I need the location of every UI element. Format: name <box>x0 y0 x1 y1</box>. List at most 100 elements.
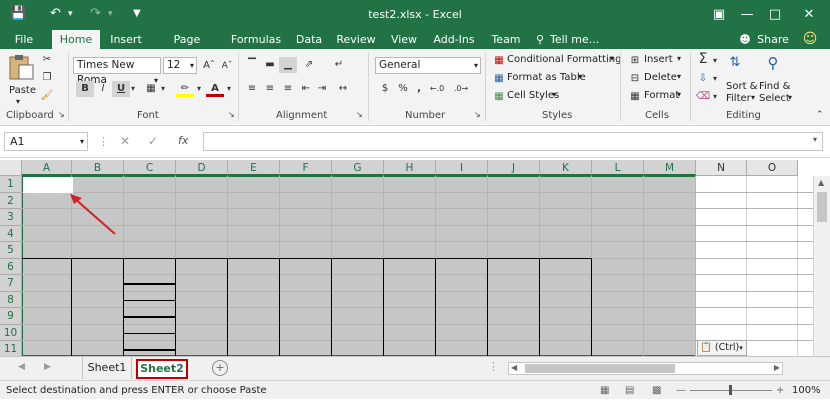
scroll-right-icon[interactable]: ▶ <box>774 363 780 372</box>
tab-data[interactable]: Data <box>292 30 326 49</box>
column-header-c[interactable]: C <box>124 160 176 176</box>
tab-formulas[interactable]: Formulas <box>228 30 284 49</box>
insert-function-button[interactable]: fx <box>178 134 188 147</box>
column-header-l[interactable]: L <box>592 160 644 176</box>
column-header-e[interactable]: E <box>228 160 280 176</box>
share-button[interactable]: Share <box>756 30 790 49</box>
clear-dropdown-icon[interactable]: ▾ <box>710 89 720 105</box>
zoom-in-icon[interactable]: + <box>776 381 784 400</box>
next-sheet-icon[interactable]: ▶ <box>44 362 51 372</box>
column-header-a[interactable]: A <box>22 160 72 176</box>
scroll-left-icon[interactable]: ◀ <box>511 363 517 372</box>
conditional-formatting-button[interactable]: Conditional Formatting <box>507 54 621 65</box>
bold-button[interactable]: B <box>76 81 94 97</box>
increase-decimal-icon[interactable]: ←.0 <box>428 81 446 97</box>
number-format-dropdown[interactable]: General ▾ <box>375 57 481 74</box>
row-header-1[interactable]: 1 <box>0 176 22 193</box>
tab-view[interactable]: View <box>386 30 422 49</box>
page-break-view-icon[interactable]: ▩ <box>652 381 661 400</box>
prev-sheet-icon[interactable]: ◀ <box>18 362 25 372</box>
font-color-icon[interactable]: A <box>206 81 224 97</box>
format-as-table-button[interactable]: Format as Table <box>507 72 586 83</box>
row-header-5[interactable]: 5 <box>0 242 22 259</box>
tab-home[interactable]: Home <box>52 30 100 49</box>
horizontal-scrollbar[interactable]: ◀ ▶ <box>508 362 783 375</box>
minimize-icon[interactable]: — <box>736 4 758 26</box>
smiley-icon[interactable]: ☺ <box>800 30 820 49</box>
horizontal-scroll-thumb[interactable] <box>525 364 675 373</box>
tab-insert[interactable]: Insert <box>106 30 146 49</box>
expand-formula-icon[interactable]: ▾ <box>813 135 817 144</box>
cut-icon[interactable]: ✂ <box>38 52 56 68</box>
paste-options-button[interactable]: 📋 (Ctrl)▾ <box>697 340 747 356</box>
column-header-i[interactable]: I <box>436 160 488 176</box>
collapse-ribbon-icon[interactable]: ⌃ <box>816 110 824 120</box>
page-layout-view-icon[interactable]: ▤ <box>625 381 634 400</box>
row-header-10[interactable]: 10 <box>0 324 22 341</box>
cancel-icon[interactable]: ✕ <box>120 134 130 148</box>
column-header-d[interactable]: D <box>176 160 228 176</box>
row-header-8[interactable]: 8 <box>0 291 22 308</box>
clipboard-launcher-icon[interactable]: ↘ <box>58 110 65 119</box>
row-header-6[interactable]: 6 <box>0 258 22 275</box>
underline-dropdown-icon[interactable]: ▾ <box>128 81 138 97</box>
format-painter-icon[interactable]: 🖌 <box>38 88 56 104</box>
top-align-icon[interactable]: ▔ <box>243 57 261 73</box>
currency-button[interactable]: $ <box>376 81 394 97</box>
increase-font-icon[interactable]: Aˆ <box>200 58 218 74</box>
column-header-m[interactable]: M <box>644 160 696 176</box>
column-header-g[interactable]: G <box>332 160 384 176</box>
bottom-align-icon[interactable]: ▁ <box>279 57 297 73</box>
column-header-b[interactable]: B <box>72 160 124 176</box>
column-header-h[interactable]: H <box>384 160 436 176</box>
vertical-scroll-thumb[interactable] <box>817 192 827 222</box>
font-color-dropdown-icon[interactable]: ▾ <box>224 81 234 97</box>
autosum-dropdown-icon[interactable]: ▾ <box>710 53 720 69</box>
fill-dropdown-icon[interactable]: ▾ <box>710 71 720 87</box>
find-select-label-2[interactable]: Select <box>759 93 790 104</box>
column-header-k[interactable]: K <box>540 160 592 176</box>
select-all-corner[interactable] <box>0 160 22 176</box>
row-header-9[interactable]: 9 <box>0 308 22 325</box>
column-header-n[interactable]: N <box>696 160 747 176</box>
align-right-icon[interactable]: ≡ <box>279 81 297 97</box>
decrease-decimal-icon[interactable]: .0→ <box>452 81 470 97</box>
borders-dropdown-icon[interactable]: ▾ <box>158 81 168 97</box>
row-header-3[interactable]: 3 <box>0 209 22 226</box>
normal-view-icon[interactable]: ▦ <box>600 381 609 400</box>
maximize-icon[interactable]: □ <box>764 4 786 26</box>
format-cells-button[interactable]: Format <box>644 90 679 101</box>
row-header-2[interactable]: 2 <box>0 192 22 209</box>
merge-center-icon[interactable]: ↔ <box>334 81 352 97</box>
zoom-level[interactable]: 100% <box>792 381 821 400</box>
insert-cells-button[interactable]: Insert <box>644 54 673 65</box>
orientation-icon[interactable]: ⇗ <box>300 57 318 73</box>
column-header-o[interactable]: O <box>747 160 798 176</box>
font-size-dropdown[interactable]: 12 ▾ <box>163 57 197 74</box>
sheet-tab-sheet1[interactable]: Sheet1 <box>82 357 132 379</box>
wrap-text-icon[interactable]: ↵ <box>330 57 348 73</box>
font-name-dropdown[interactable]: Times New Roma ▾ <box>73 57 161 86</box>
delete-cells-button[interactable]: Delete <box>644 72 677 83</box>
paste-button[interactable]: Paste ▾ <box>6 53 36 106</box>
italic-button[interactable]: I <box>94 81 112 97</box>
number-launcher-icon[interactable]: ↘ <box>474 110 481 119</box>
row-header-7[interactable]: 7 <box>0 275 22 292</box>
align-center-icon[interactable]: ≡ <box>261 81 279 97</box>
ribbon-display-icon[interactable]: ▣ <box>708 4 730 26</box>
sheet-tab-sheet2[interactable]: Sheet2 <box>136 359 188 379</box>
vertical-scrollbar[interactable]: ▲ <box>813 176 830 356</box>
middle-align-icon[interactable]: ▬ <box>261 57 279 73</box>
comma-button[interactable]: , <box>410 81 428 97</box>
column-header-j[interactable]: J <box>488 160 540 176</box>
align-left-icon[interactable]: ≡ <box>243 81 261 97</box>
sort-filter-label-2[interactable]: Filter <box>726 93 751 104</box>
add-sheet-icon[interactable]: + <box>212 360 228 376</box>
enter-icon[interactable]: ✓ <box>148 134 158 148</box>
alignment-launcher-icon[interactable]: ↘ <box>356 110 363 119</box>
scroll-up-icon[interactable]: ▲ <box>818 178 824 187</box>
tell-me-box[interactable]: Tell me... <box>550 30 602 49</box>
column-header-f[interactable]: F <box>280 160 332 176</box>
tab-team[interactable]: Team <box>486 30 526 49</box>
zoom-out-icon[interactable]: — <box>676 381 686 400</box>
